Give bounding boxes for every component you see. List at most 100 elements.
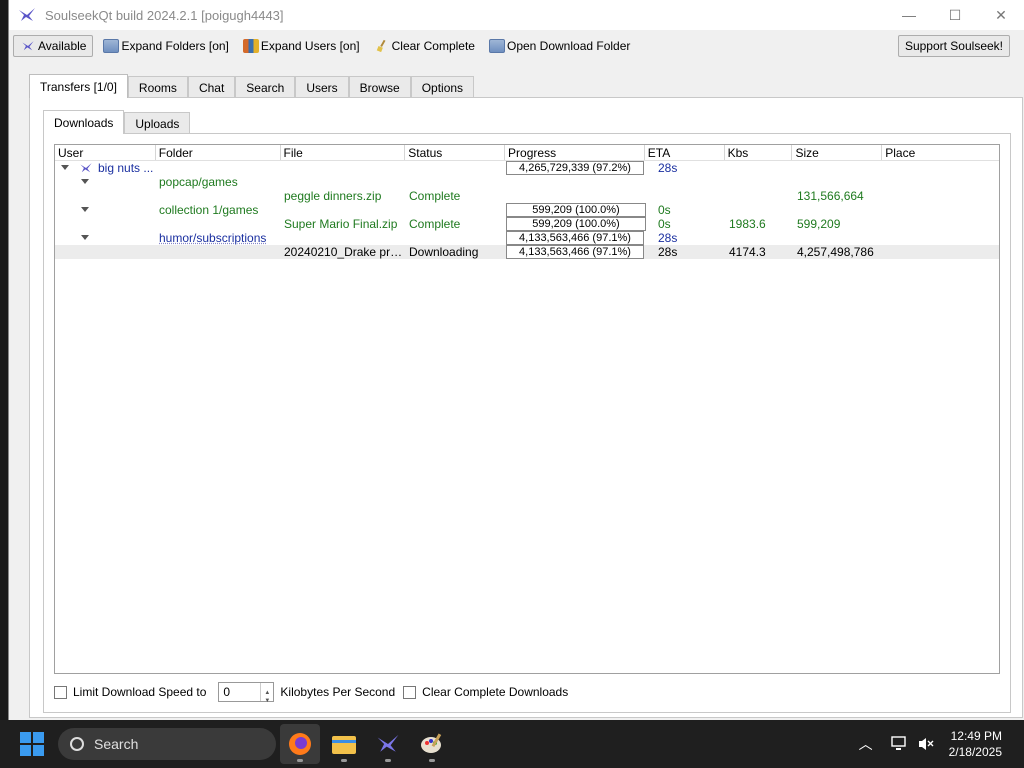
- expand-folders-label: Expand Folders [on]: [121, 39, 229, 53]
- toolbar: Available Expand Folders [on] Expand Use…: [9, 30, 1024, 62]
- chevron-up-icon[interactable]: ︿: [859, 734, 873, 754]
- column-user[interactable]: User: [55, 145, 156, 160]
- tab-rooms[interactable]: Rooms: [127, 76, 188, 98]
- maximize-button[interactable]: ☐: [932, 0, 978, 30]
- column-status[interactable]: Status: [405, 145, 506, 160]
- soulseek-bird-icon: [22, 41, 34, 51]
- status-value: Downloading: [409, 245, 479, 259]
- folder-name: popcap/games: [159, 175, 238, 189]
- folder-name: collection 1/games: [159, 203, 259, 217]
- eta-value: 0s: [658, 203, 671, 217]
- transfers-page: Downloads Uploads User Folder File Statu…: [29, 97, 1023, 718]
- eta-value: 28s: [658, 245, 678, 259]
- chevron-down-icon[interactable]: [61, 165, 69, 170]
- folder-name: humor/subscriptions: [159, 231, 267, 245]
- tree-row-folder[interactable]: popcap/games: [55, 175, 999, 189]
- available-button[interactable]: Available: [13, 35, 94, 57]
- speed-limit-value: 0: [223, 685, 231, 699]
- main-tabs: Transfers [1/0] Rooms Chat Search Users …: [29, 74, 475, 98]
- folder-icon: [103, 39, 120, 53]
- size-value: 4,257,498,786: [797, 245, 874, 259]
- title-bar: SoulseekQt build 2024.2.1 [poigugh4443] …: [9, 0, 1024, 30]
- tree-row-folder[interactable]: humor/subscriptions 4,133,563,466 (97.1%…: [55, 231, 999, 245]
- tree-row-folder[interactable]: collection 1/games 599,209 (100.0%) 0s: [55, 203, 999, 217]
- speed-units-label: Kilobytes Per Second: [280, 685, 396, 699]
- search-icon: [70, 737, 84, 751]
- column-progress[interactable]: Progress: [505, 145, 645, 160]
- tree-row-file[interactable]: peggle dinners.zip Complete 131,566,664: [55, 189, 999, 203]
- clock[interactable]: 12:49 PM 2/18/2025: [949, 728, 1002, 760]
- tree-row-file[interactable]: 20240210_Drake pres... Downloading 4,133…: [55, 245, 999, 259]
- clear-complete-button[interactable]: Clear Complete: [370, 35, 479, 57]
- taskbar: Search ︿ 12:49 PM 2/18/2025: [0, 720, 1024, 768]
- progress-bar: 4,265,729,339 (97.2%): [506, 161, 644, 175]
- tab-downloads[interactable]: Downloads: [43, 110, 125, 134]
- chevron-down-icon[interactable]: [81, 179, 89, 184]
- tab-transfers[interactable]: Transfers [1/0]: [29, 74, 128, 98]
- progress-bar: 4,133,563,466 (97.1%): [506, 231, 644, 245]
- eta-value: 28s: [658, 231, 678, 245]
- file-name: 20240210_Drake pres...: [284, 245, 406, 259]
- soulseek-taskbar-icon[interactable]: [368, 724, 408, 764]
- user-name: big nuts ...: [98, 161, 154, 175]
- clock-date: 2/18/2025: [948, 745, 1002, 759]
- speed-limit-spinbox[interactable]: 0: [218, 682, 275, 710]
- window-title: SoulseekQt build 2024.2.1 [poigugh4443]: [45, 7, 284, 23]
- expand-folders-button[interactable]: Expand Folders [on]: [99, 35, 232, 57]
- firefox-icon: [289, 733, 311, 755]
- column-file[interactable]: File: [281, 145, 406, 160]
- chevron-down-icon[interactable]: [81, 235, 89, 240]
- progress-bar: 599,209 (100.0%): [506, 203, 646, 217]
- clear-complete-downloads-label: Clear Complete Downloads: [422, 685, 569, 699]
- soulseek-window: SoulseekQt build 2024.2.1 [poigugh4443] …: [8, 0, 1024, 720]
- users-icon: [242, 39, 259, 53]
- firefox-taskbar-icon[interactable]: [280, 724, 320, 764]
- windows-start-icon[interactable]: [20, 732, 44, 756]
- tab-options[interactable]: Options: [410, 76, 475, 98]
- folder-icon: [488, 39, 505, 53]
- column-size[interactable]: Size: [792, 145, 883, 160]
- downloads-tree[interactable]: User Folder File Status Progress ETA Kbs…: [54, 144, 1000, 674]
- column-kbs[interactable]: Kbs: [725, 145, 793, 160]
- file-explorer-taskbar-icon[interactable]: [324, 724, 364, 764]
- clear-complete-label: Clear Complete: [391, 39, 475, 53]
- tab-browse[interactable]: Browse: [348, 76, 411, 98]
- tab-chat[interactable]: Chat: [187, 76, 236, 98]
- file-name: peggle dinners.zip: [284, 189, 382, 203]
- clear-complete-downloads-checkbox[interactable]: [403, 685, 417, 699]
- chevron-down-icon[interactable]: [81, 207, 89, 212]
- tree-row-file[interactable]: Super Mario Final.zip Complete 599,209 (…: [55, 217, 999, 231]
- soulseek-bird-icon: [377, 734, 399, 752]
- file-name: Super Mario Final.zip: [284, 217, 398, 231]
- status-value: Complete: [409, 217, 461, 231]
- downloads-page: User Folder File Status Progress ETA Kbs…: [43, 133, 1011, 713]
- close-button[interactable]: ✕: [978, 0, 1024, 30]
- paint-palette-icon: [421, 733, 442, 753]
- volume-muted-icon[interactable]: [917, 736, 935, 752]
- network-icon[interactable]: [890, 736, 909, 752]
- tab-search[interactable]: Search: [235, 76, 296, 98]
- column-eta[interactable]: ETA: [645, 145, 725, 160]
- tree-row-user[interactable]: big nuts ... 4,265,729,339 (97.2%) 28s: [55, 161, 999, 175]
- limit-speed-checkbox[interactable]: [54, 685, 67, 699]
- paint-taskbar-icon[interactable]: [412, 724, 452, 764]
- size-value: 599,209: [797, 217, 841, 231]
- size-value: 131,566,664: [797, 189, 864, 203]
- available-label: Available: [38, 39, 87, 53]
- column-place[interactable]: Place: [882, 145, 999, 160]
- minimize-button[interactable]: —: [886, 0, 932, 30]
- soulseek-bird-icon: [80, 163, 92, 173]
- column-folder[interactable]: Folder: [156, 145, 281, 160]
- spin-arrows-icon[interactable]: [260, 683, 273, 710]
- tab-uploads[interactable]: Uploads: [124, 112, 191, 134]
- taskbar-search[interactable]: Search: [58, 728, 276, 760]
- expand-users-button[interactable]: Expand Users [on]: [239, 35, 364, 57]
- download-options: Limit Download Speed to 0 Kilobytes Per …: [54, 682, 569, 710]
- open-download-folder-button[interactable]: Open Download Folder: [485, 35, 634, 57]
- tab-users[interactable]: Users: [295, 76, 349, 98]
- kbs-value: 1983.6: [729, 217, 766, 231]
- support-label: Support Soulseek!: [904, 39, 1003, 53]
- support-soulseek-button[interactable]: Support Soulseek!: [897, 35, 1010, 57]
- expand-users-label: Expand Users [on]: [260, 39, 360, 53]
- status-value: Complete: [409, 189, 461, 203]
